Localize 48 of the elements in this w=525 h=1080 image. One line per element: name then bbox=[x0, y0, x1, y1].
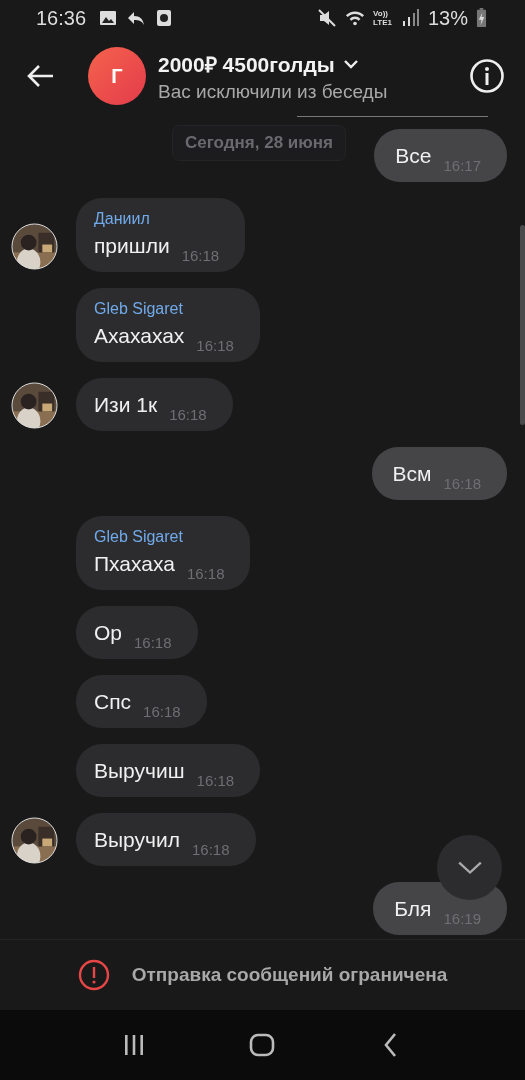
message-time: 16:18 bbox=[196, 337, 234, 354]
message-text: Ор bbox=[94, 620, 122, 646]
message-time: 16:18 bbox=[196, 772, 235, 789]
message-text: Спс bbox=[94, 689, 132, 715]
mute-icon bbox=[317, 8, 337, 28]
message-text: Пхахаха bbox=[94, 551, 175, 577]
restriction-notice: Отправка сообщений ограничена bbox=[131, 964, 448, 986]
warning-icon bbox=[77, 959, 110, 991]
message-bubble[interactable]: Gleb Sigaret Пхахаха 16:18 bbox=[76, 516, 251, 590]
sender-name: Даниил bbox=[94, 210, 151, 228]
message-text: Всм bbox=[392, 461, 432, 487]
message-text: Выручиш bbox=[94, 758, 185, 784]
message-bubble[interactable]: Ор 16:18 bbox=[76, 606, 198, 659]
message-text: пришли bbox=[94, 233, 170, 259]
message-text: Выручил bbox=[94, 827, 180, 853]
message-bubble[interactable]: Даниил пришли 16:18 bbox=[76, 198, 246, 272]
network-label: LTE1 bbox=[373, 18, 392, 27]
chevron-down-icon[interactable] bbox=[342, 58, 359, 69]
message-bubble[interactable]: Gleb Sigaret Ахахахах 16:18 bbox=[76, 288, 260, 362]
status-time: 16:36 bbox=[36, 6, 87, 30]
volte-label: Vo)) bbox=[373, 9, 389, 18]
message-time: 16:18 bbox=[143, 703, 181, 720]
sender-name: Gleb Sigaret bbox=[94, 300, 184, 318]
battery-percent: 13% bbox=[427, 6, 468, 30]
message-time: 16:18 bbox=[181, 247, 220, 264]
chat-title[interactable]: 2000₽ 4500голды bbox=[158, 49, 335, 78]
battery-icon bbox=[476, 8, 487, 28]
chat-avatar: Г bbox=[88, 47, 146, 105]
message-text: Изи 1к bbox=[94, 392, 158, 418]
scroll-thumb[interactable] bbox=[520, 225, 525, 425]
info-icon bbox=[469, 58, 505, 94]
message-time: 16:18 bbox=[169, 406, 207, 423]
message-time: 16:18 bbox=[191, 841, 230, 858]
sender-name: Gleb Sigaret bbox=[94, 528, 184, 546]
wifi-icon bbox=[345, 8, 365, 28]
message-time: 16:18 bbox=[186, 565, 225, 582]
date-chip: Сегодня, 28 июня bbox=[172, 125, 346, 161]
image-icon bbox=[98, 8, 119, 28]
message-text: Все bbox=[395, 143, 432, 169]
message-bubble[interactable]: Спс 16:18 bbox=[76, 675, 207, 728]
message-bubble[interactable]: Выручил 16:18 bbox=[76, 813, 256, 866]
message-text: Ахахахах bbox=[94, 323, 185, 349]
info-button[interactable] bbox=[469, 58, 505, 94]
message-bubble[interactable]: Изи 1к 16:18 bbox=[76, 378, 233, 431]
message-time: 16:18 bbox=[134, 634, 172, 651]
message-bubble[interactable]: Выручиш 16:18 bbox=[76, 744, 261, 797]
chat-subtitle: Вас исключили из беседы bbox=[158, 80, 389, 103]
message-text: Бля bbox=[394, 896, 432, 922]
